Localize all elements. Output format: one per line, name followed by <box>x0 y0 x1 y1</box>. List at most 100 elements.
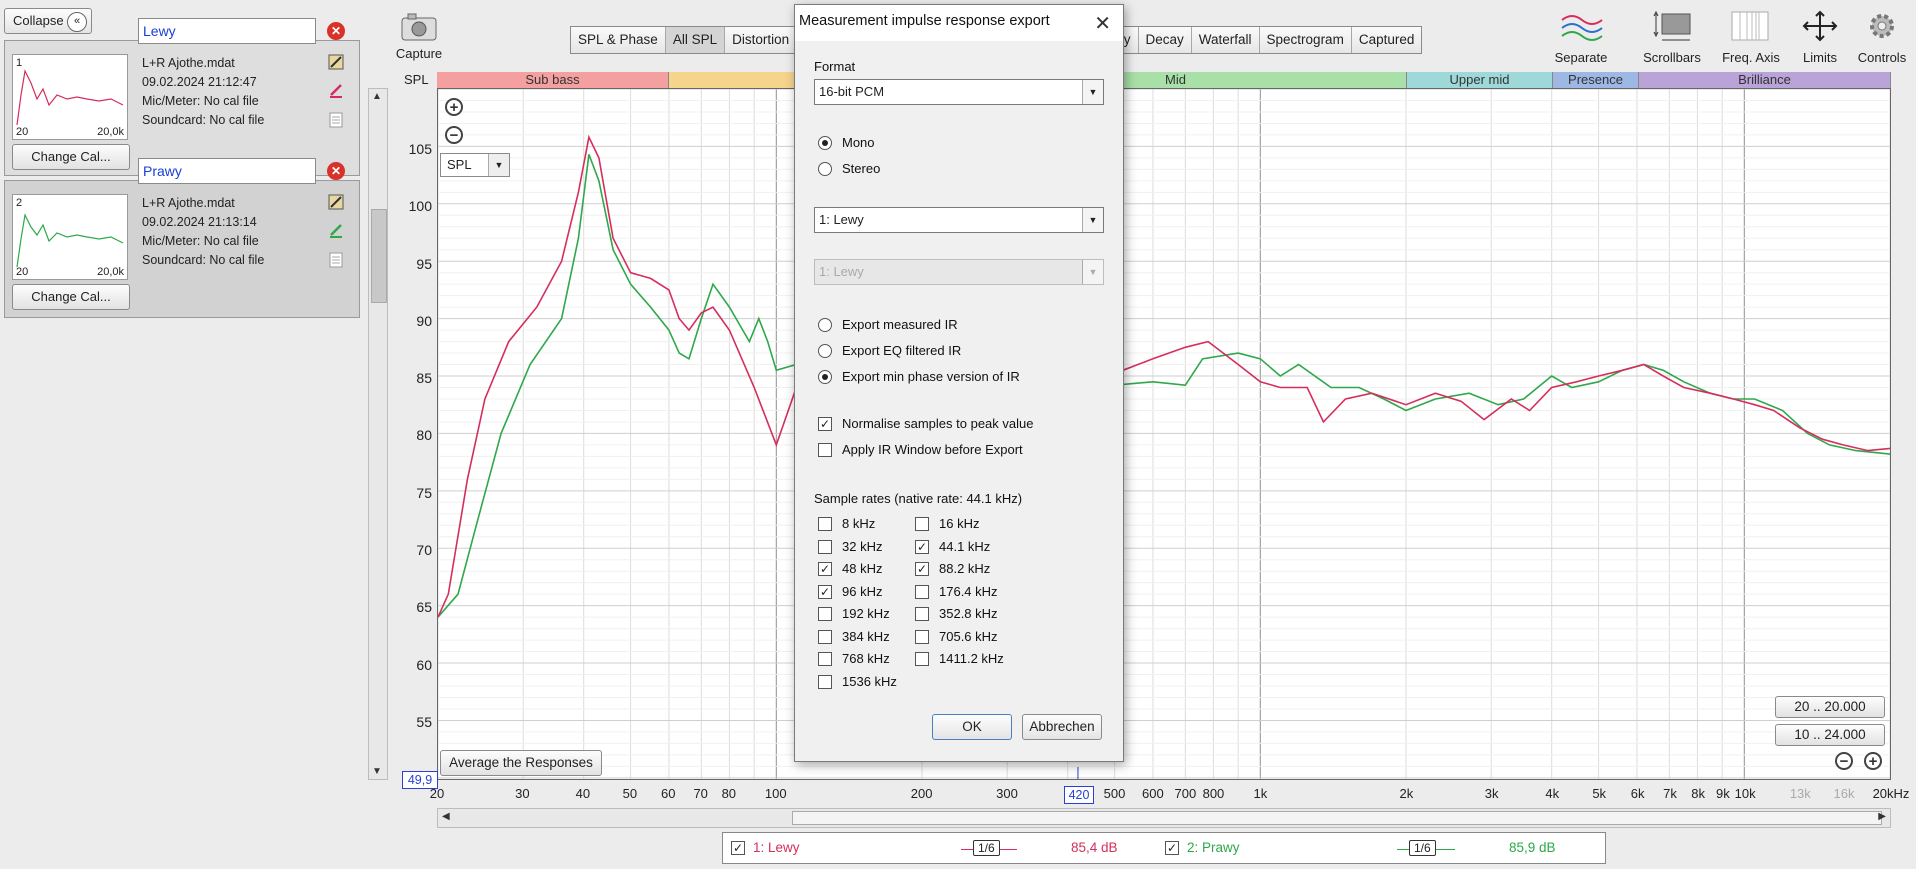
scroll-left-icon[interactable]: ◀ <box>442 811 450 822</box>
tab-decay[interactable]: Decay <box>1138 27 1192 53</box>
scroll-down-icon[interactable]: ▼ <box>372 766 382 777</box>
measurement-thumbnail-2[interactable]: 2 20 20,0k <box>12 194 128 280</box>
change-cal-button-1[interactable]: Change Cal... <box>12 144 130 170</box>
rate-label[interactable]: 44.1 kHz <box>939 539 990 554</box>
close-icon[interactable]: ✕ <box>1094 11 1111 36</box>
rate-checkbox[interactable] <box>915 629 929 644</box>
normalise-label[interactable]: Normalise samples to peak value <box>842 416 1033 431</box>
rate-label[interactable]: 768 kHz <box>842 651 890 666</box>
radio-export-measured[interactable] <box>818 318 832 332</box>
rate-label[interactable]: 8 kHz <box>842 516 875 531</box>
rate-checkbox[interactable]: ✓ <box>818 584 832 599</box>
rate-label[interactable]: 16 kHz <box>939 516 979 531</box>
measurement-name-field-1[interactable]: Lewy <box>138 18 316 44</box>
rate-checkbox[interactable] <box>915 607 929 621</box>
rate-checkbox[interactable]: ✓ <box>915 539 929 554</box>
export-min-phase-label[interactable]: Export min phase version of IR <box>842 369 1020 384</box>
scrollbars-label[interactable]: Scrollbars <box>1636 50 1708 65</box>
scroll-right-icon[interactable]: ▶ <box>1878 811 1886 822</box>
scrollbar-thumb[interactable] <box>371 209 387 303</box>
capture-label[interactable]: Capture <box>394 46 444 61</box>
freq-axis-label[interactable]: Freq. Axis <box>1716 50 1786 65</box>
ok-button[interactable]: OK <box>932 714 1012 740</box>
zoom-out-x-icon[interactable]: − <box>1835 752 1853 770</box>
smoothing-selector-1[interactable]: 1/6 <box>973 840 1000 856</box>
normalise-checkbox[interactable]: ✓ <box>818 417 832 431</box>
freq-axis-icon[interactable] <box>1730 10 1770 42</box>
vertical-scrollbar[interactable]: ▲ ▼ <box>368 88 388 780</box>
measurement-thumbnail-1[interactable]: 1 20 20,0k <box>12 54 128 140</box>
collapse-button[interactable]: Collapse « <box>4 8 92 34</box>
limits-label[interactable]: Limits <box>1790 50 1850 65</box>
tab-spl-phase[interactable]: SPL & Phase <box>571 27 666 53</box>
rate-checkbox[interactable] <box>915 652 929 666</box>
change-cal-button-2[interactable]: Change Cal... <box>12 284 130 310</box>
rate-checkbox[interactable] <box>915 517 929 531</box>
notes-icon[interactable] <box>328 252 344 268</box>
tab-spectrogram[interactable]: Spectrogram <box>1259 27 1352 53</box>
pen-color-icon[interactable] <box>328 222 344 238</box>
zoom-in-icon[interactable]: + <box>445 98 463 116</box>
rate-label[interactable]: 32 kHz <box>842 539 882 554</box>
measurement-name-field-2[interactable]: Prawy <box>138 158 316 184</box>
rate-label[interactable]: 48 kHz <box>842 561 882 576</box>
rate-checkbox[interactable] <box>818 674 832 689</box>
export-eq-label[interactable]: Export EQ filtered IR <box>842 343 961 358</box>
legend-checkbox-2[interactable]: ✓ <box>1165 841 1179 855</box>
tab-all-spl[interactable]: All SPL <box>665 27 726 53</box>
cancel-button[interactable]: Abbrechen <box>1022 714 1102 740</box>
average-responses-button[interactable]: Average the Responses <box>440 750 602 776</box>
graph-edit-icon[interactable] <box>328 54 344 70</box>
rate-label[interactable]: 705.6 kHz <box>939 629 998 644</box>
spl-select[interactable]: SPL ▼ <box>440 153 510 177</box>
measurement-select[interactable]: 1: Lewy ▼ <box>814 207 1104 233</box>
close-icon[interactable]: ✕ <box>327 162 345 180</box>
tab-distortion[interactable]: Distortion <box>725 27 797 53</box>
range-button-20-20000[interactable]: 20 .. 20.000 <box>1775 696 1885 718</box>
export-measured-label[interactable]: Export measured IR <box>842 317 958 332</box>
radio-mono-label[interactable]: Mono <box>842 135 875 150</box>
rate-checkbox[interactable] <box>818 629 832 644</box>
rate-checkbox[interactable] <box>915 584 929 599</box>
rate-label[interactable]: 176.4 kHz <box>939 584 998 599</box>
rate-checkbox[interactable] <box>818 539 832 554</box>
radio-stereo-label[interactable]: Stereo <box>842 161 880 176</box>
rate-checkbox[interactable]: ✓ <box>915 562 929 576</box>
zoom-in-x-icon[interactable]: + <box>1864 752 1882 770</box>
tab-waterfall[interactable]: Waterfall <box>1191 27 1260 53</box>
rate-checkbox[interactable]: ✓ <box>818 562 832 576</box>
pen-color-icon[interactable] <box>328 82 344 98</box>
frequency-response-plot[interactable] <box>437 88 1891 780</box>
graph-edit-icon[interactable] <box>328 194 344 210</box>
radio-stereo[interactable] <box>818 162 832 176</box>
rate-label[interactable]: 384 kHz <box>842 629 890 644</box>
apply-window-checkbox[interactable] <box>818 443 832 457</box>
apply-window-label[interactable]: Apply IR Window before Export <box>842 442 1023 457</box>
rate-label[interactable]: 192 kHz <box>842 606 890 621</box>
scrollbars-icon[interactable] <box>1652 10 1692 42</box>
radio-export-min-phase[interactable] <box>818 370 832 384</box>
radio-mono[interactable] <box>818 136 832 150</box>
camera-icon[interactable] <box>400 12 438 42</box>
gear-icon[interactable] <box>1866 10 1898 42</box>
scroll-up-icon[interactable]: ▲ <box>372 91 382 102</box>
horizontal-scrollbar[interactable]: ◀ ▶ <box>437 808 1891 828</box>
controls-label[interactable]: Controls <box>1850 50 1914 65</box>
scrollbar-thumb[interactable] <box>792 811 1882 825</box>
rate-label[interactable]: 1536 kHz <box>842 674 897 689</box>
zoom-out-icon[interactable]: − <box>445 126 463 144</box>
format-select[interactable]: 16-bit PCM ▼ <box>814 79 1104 105</box>
radio-export-eq[interactable] <box>818 344 832 358</box>
rate-label[interactable]: 88.2 kHz <box>939 561 990 576</box>
rate-label[interactable]: 1411.2 kHz <box>939 651 1004 666</box>
tab-captured[interactable]: Captured <box>1351 27 1422 53</box>
separate-icon[interactable] <box>1560 10 1604 42</box>
rate-checkbox[interactable] <box>818 652 832 666</box>
notes-icon[interactable] <box>328 112 344 128</box>
rate-checkbox[interactable] <box>818 607 832 621</box>
rate-label[interactable]: 96 kHz <box>842 584 882 599</box>
legend-checkbox-1[interactable]: ✓ <box>731 841 745 855</box>
limits-icon[interactable] <box>1800 10 1840 42</box>
rate-checkbox[interactable] <box>818 517 832 531</box>
rate-label[interactable]: 352.8 kHz <box>939 606 998 621</box>
